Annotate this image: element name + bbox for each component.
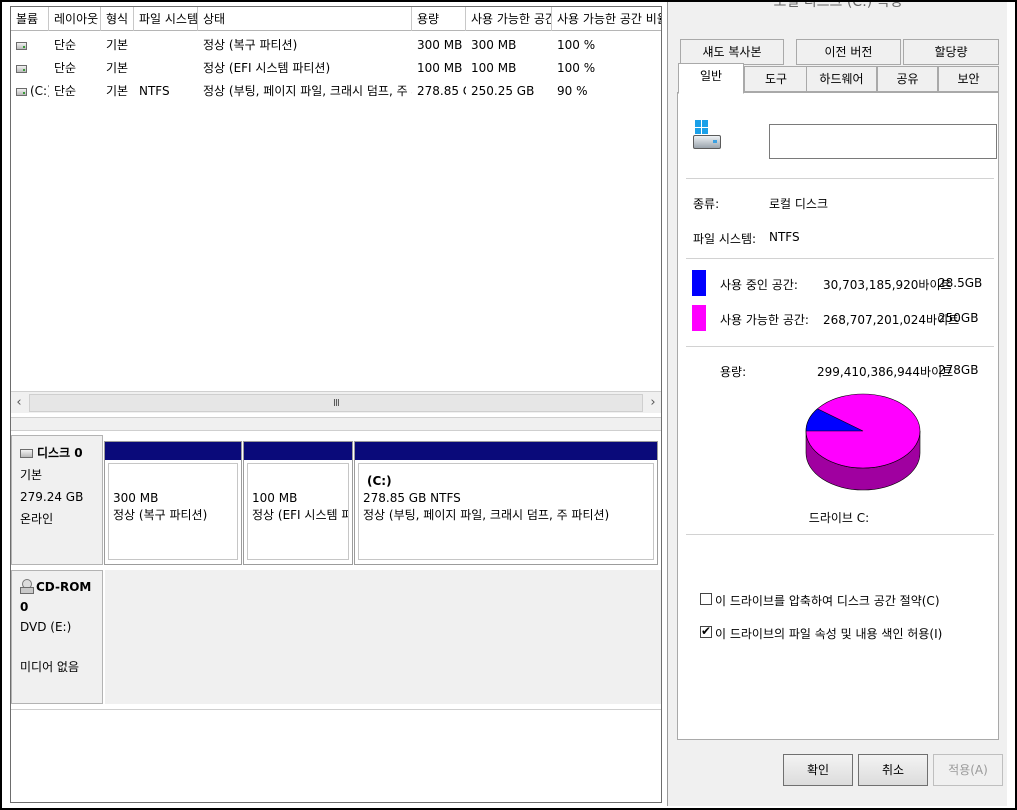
properties-dialog: 로컬 디스크 (C:) 속성 섀도 복사본 이전 버전 할당량 일반 도구 하드… — [667, 0, 1007, 806]
filesystem-value: NTFS — [769, 230, 800, 244]
tab-sharing[interactable]: 공유 — [877, 66, 938, 92]
partition-status: 정상 (EFI 시스템 파티션) — [252, 508, 348, 522]
tab-previous-versions[interactable]: 이전 버전 — [796, 39, 901, 65]
partition-status: 정상 (부팅, 페이지 파일, 크래시 덤프, 주 파티션) — [363, 508, 610, 522]
tab-quota[interactable]: 할당량 — [903, 39, 999, 65]
partition-size: 100 MB — [252, 491, 298, 505]
column-header-free-space[interactable]: 사용 가능한 공간 — [466, 7, 552, 31]
disk-icon — [20, 449, 33, 458]
column-header-free-percent[interactable]: 사용 가능한 공간 비율 — [552, 7, 661, 31]
general-tab-panel: 종류: 로컬 디스크 파일 시스템: NTFS 사용 중인 공간: 30,703… — [677, 92, 999, 740]
tab-security[interactable]: 보안 — [938, 66, 999, 92]
index-checkbox[interactable] — [700, 624, 712, 638]
cancel-button[interactable]: 취소 — [858, 754, 928, 786]
compress-checkbox[interactable] — [700, 593, 712, 605]
used-space-gb: 28.5GB — [938, 276, 983, 290]
compress-label[interactable]: 이 드라이브를 압축하여 디스크 공간 절약(C) — [715, 592, 940, 609]
scroll-left-icon[interactable]: ‹ — [11, 393, 27, 413]
disk-0-name: 디스크 0 — [37, 446, 83, 460]
divider — [686, 346, 994, 347]
partition-c[interactable]: (C:) 278.85 GB NTFS 정상 (부팅, 페이지 파일, 크래시 … — [354, 441, 658, 565]
volume-row[interactable]: (C:) 단순 기본 NTFS 정상 (부팅, 페이지 파일, 크래시 덤프, … — [11, 80, 661, 102]
disk-management-window: 볼륨 레이아웃 형식 파일 시스템 상태 용량 사용 가능한 공간 사용 가능한… — [10, 6, 662, 803]
cdrom-icon — [20, 579, 34, 594]
used-space-bytes: 30,703,185,920바이트 — [823, 278, 952, 292]
volume-icon — [16, 88, 27, 96]
tab-hardware[interactable]: 하드웨어 — [806, 66, 877, 92]
cdrom-0-state: 미디어 없음 — [20, 660, 80, 674]
free-space-label: 사용 가능한 공간: — [720, 313, 809, 327]
volume-row[interactable]: 단순 기본 정상 (EFI 시스템 파티션) 100 MB 100 MB 100… — [11, 57, 661, 79]
column-header-volume[interactable]: 볼륨 — [11, 7, 49, 31]
filesystem-label: 파일 시스템: — [693, 232, 757, 246]
disk-0-type: 기본 — [20, 468, 43, 482]
capacity-gb: 278GB — [938, 363, 979, 377]
column-header-capacity[interactable]: 용량 — [412, 7, 466, 31]
cdrom-0-drive: DVD (E:) — [20, 620, 72, 634]
volume-row[interactable]: 단순 기본 정상 (복구 파티션) 300 MB 300 MB 100 % — [11, 34, 661, 56]
column-header-status[interactable]: 상태 — [198, 7, 412, 31]
partition-bar — [105, 442, 241, 460]
cdrom-0-label[interactable]: CD-ROM 0 DVD (E:) 미디어 없음 — [11, 570, 103, 704]
scroll-right-icon[interactable]: › — [645, 393, 661, 413]
pane-splitter[interactable] — [11, 417, 661, 431]
ok-button[interactable]: 확인 — [783, 754, 853, 786]
partition-size: 278.85 GB NTFS — [363, 491, 461, 505]
divider — [686, 534, 994, 535]
disk-list-empty-area — [11, 709, 661, 802]
column-header-type[interactable]: 형식 — [101, 7, 134, 31]
divider — [686, 258, 994, 259]
partition-bar — [355, 442, 657, 460]
dialog-title: 로컬 디스크 (C:) 속성 — [773, 0, 903, 10]
scrollbar-grip-icon[interactable]: Ⅲ — [333, 398, 340, 409]
capacity-bytes: 299,410,386,944바이트 — [817, 365, 954, 379]
volume-icon — [16, 65, 27, 73]
column-header-filesystem[interactable]: 파일 시스템 — [134, 7, 198, 31]
capacity-label: 용량: — [720, 365, 747, 379]
used-space-label: 사용 중인 공간: — [720, 278, 798, 292]
used-space-swatch — [692, 270, 706, 296]
type-value: 로컬 디스크 — [769, 197, 829, 211]
drive-label: 드라이브 C: — [808, 511, 870, 525]
tab-tools[interactable]: 도구 — [744, 66, 808, 92]
disk-0-size: 279.24 GB — [20, 490, 84, 504]
free-space-gb: 250GB — [938, 311, 979, 325]
volume-list-header: 볼륨 레이아웃 형식 파일 시스템 상태 용량 사용 가능한 공간 사용 가능한… — [11, 7, 661, 31]
free-space-swatch — [692, 305, 706, 331]
partition-recovery[interactable]: 300 MB 정상 (복구 파티션) — [104, 441, 242, 565]
disk-0-state: 온라인 — [20, 512, 54, 526]
partition-bar — [244, 442, 352, 460]
index-label[interactable]: 이 드라이브의 파일 속성 및 내용 색인 허용(I) — [715, 625, 942, 642]
windows-logo-icon — [695, 120, 709, 134]
disk-usage-pie-chart — [805, 393, 921, 491]
apply-button[interactable]: 적용(A) — [933, 754, 1003, 786]
disk-0-label[interactable]: 디스크 0 기본 279.24 GB 온라인 — [11, 435, 103, 565]
drive-icon — [693, 120, 723, 154]
volume-list-horizontal-scrollbar[interactable]: ‹ Ⅲ › — [11, 391, 661, 413]
tab-shadow-copies[interactable]: 섀도 복사본 — [680, 39, 784, 65]
tab-general[interactable]: 일반 — [678, 63, 744, 94]
divider — [686, 178, 994, 179]
partition-size: 300 MB — [113, 491, 159, 505]
partition-efi[interactable]: 100 MB 정상 (EFI 시스템 파티션) — [243, 441, 353, 565]
column-header-layout[interactable]: 레이아웃 — [49, 7, 101, 31]
volume-icon — [16, 42, 27, 50]
partition-label: (C:) — [367, 474, 392, 488]
hard-drive-icon — [693, 135, 721, 149]
scrollbar-track[interactable]: Ⅲ — [29, 393, 643, 412]
partition-status: 정상 (복구 파티션) — [113, 508, 208, 522]
type-label: 종류: — [693, 197, 720, 211]
drive-name-input[interactable] — [769, 124, 997, 159]
cdrom-0-media-area — [105, 570, 661, 704]
